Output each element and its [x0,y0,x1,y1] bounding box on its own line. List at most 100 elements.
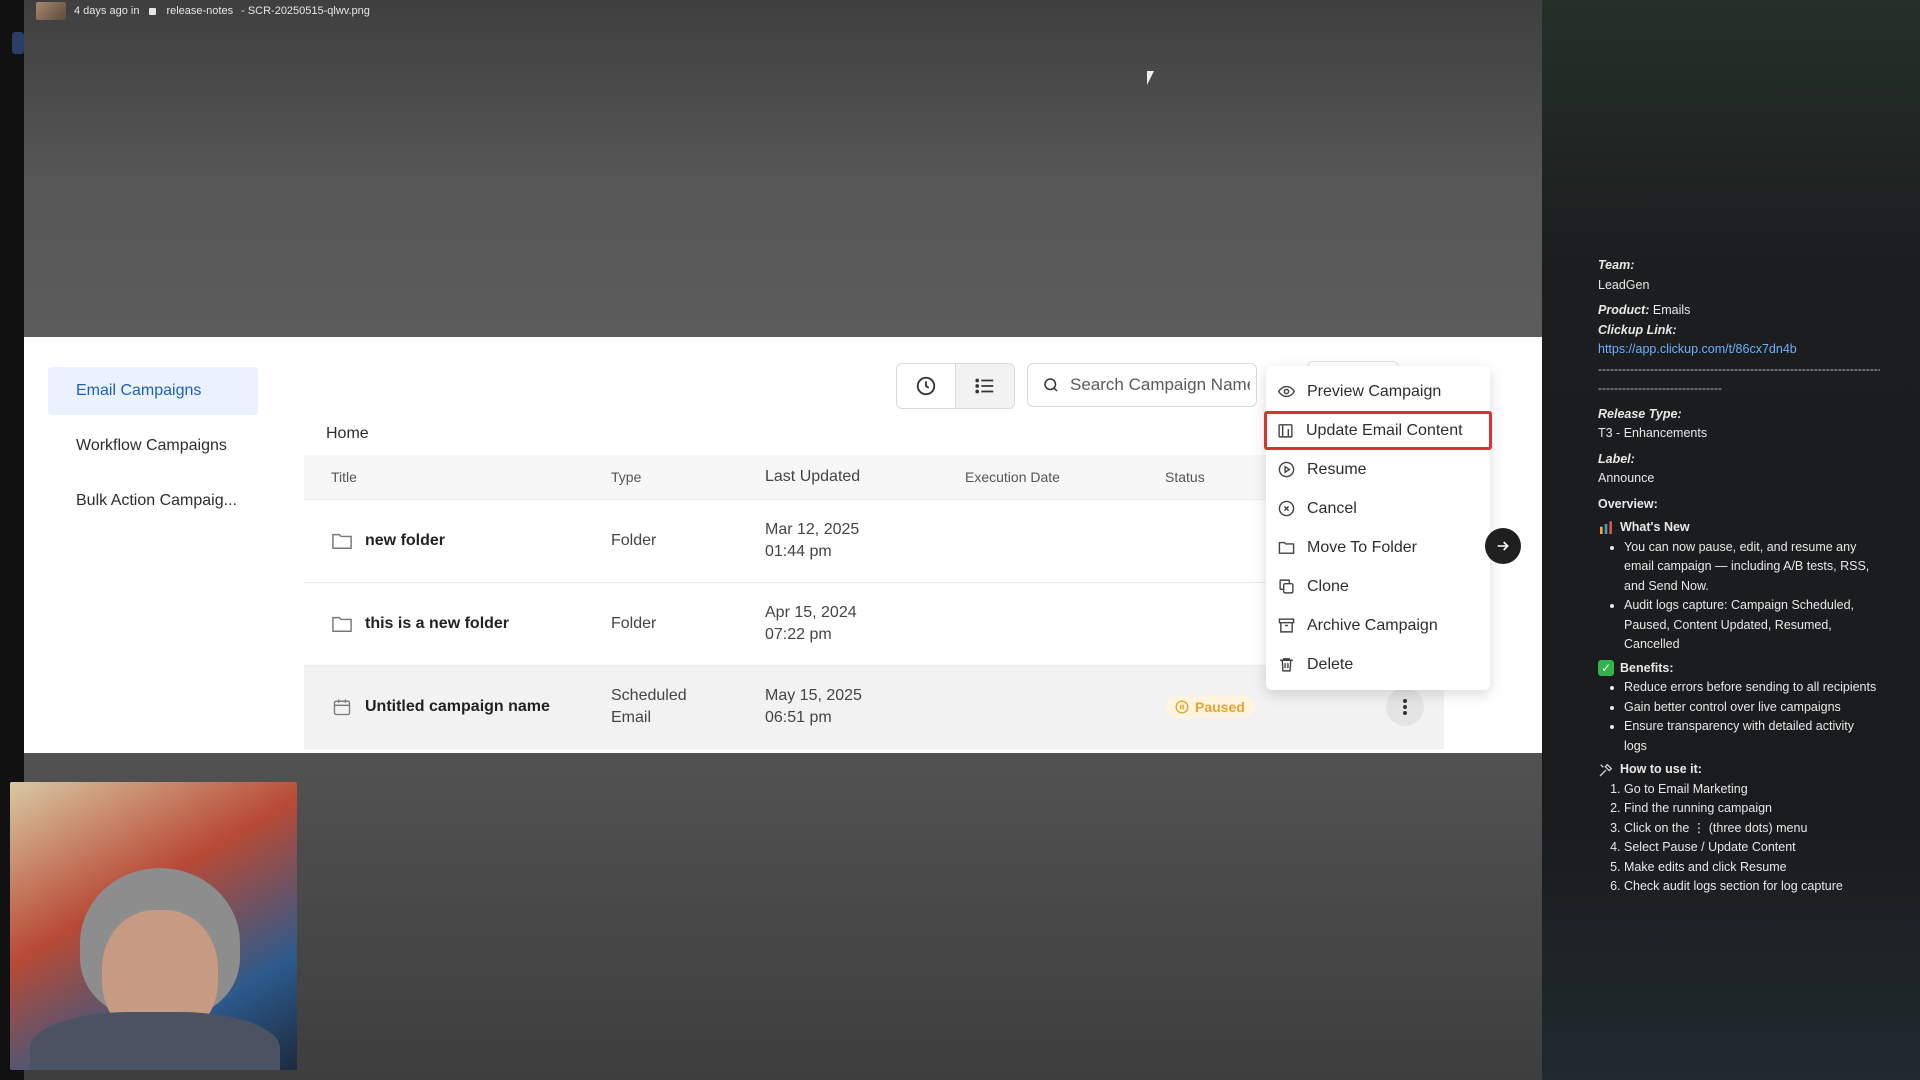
row-type: Folder [611,615,657,632]
menu-item-label: Preview Campaign [1307,382,1442,400]
col-last-updated[interactable]: Last Updated [765,466,965,488]
file-name[interactable]: - SCR-20250515-qlwv.png [241,5,370,17]
view-toggle [896,363,1015,409]
row-last-updated: Apr 15, 2024 07:22 pm [765,602,965,646]
sidebar-item-workflow-campaigns[interactable]: Workflow Campaigns [48,422,258,470]
list-item: Audit logs capture: Campaign Scheduled, … [1624,596,1880,655]
channel-name[interactable]: release-notes [166,5,233,17]
row-title[interactable]: Untitled campaign name [365,698,550,716]
menu-delete[interactable]: Delete [1266,645,1490,684]
menu-cancel[interactable]: Cancel [1266,489,1490,528]
workspace-icon[interactable] [12,32,24,54]
avatar[interactable] [36,2,66,20]
menu-item-label: Resume [1307,460,1367,478]
cancel-icon [1278,500,1295,517]
checkmark-icon: ✓ [1598,660,1614,677]
clone-icon [1279,579,1294,594]
updated-time: 07:22 pm [765,626,832,643]
updated-date: May 15, 2025 [765,687,862,704]
row-title[interactable]: new folder [365,532,445,550]
campaign-context-menu: Preview Campaign Update Email Content Re… [1264,366,1492,690]
menu-preview-campaign[interactable]: Preview Campaign [1266,372,1490,411]
menu-item-label: Clone [1307,577,1349,595]
menu-update-email-content[interactable]: Update Email Content [1264,411,1492,450]
menu-move-to-folder[interactable]: Move To Folder [1266,528,1490,567]
sidebar-item-bulk-action-campaigns[interactable]: Bulk Action Campaig... [48,477,258,525]
menu-item-label: Delete [1307,655,1354,673]
product-value: Emails [1652,303,1691,317]
col-type: Type [611,469,642,485]
status-badge: Paused [1165,695,1255,718]
rocket-icon [1600,521,1612,534]
eye-icon [1278,385,1295,398]
list-item: Select Pause / Update Content [1624,838,1880,858]
menu-item-label: Cancel [1307,499,1357,517]
search-box [1027,363,1257,407]
separator: ----------------------------------------… [1598,361,1880,376]
more-options-button[interactable] [1386,688,1424,726]
trash-icon [1280,658,1293,672]
row-title[interactable]: this is a new folder [365,615,509,633]
message-time: 4 days ago in [74,5,140,17]
kebab-icon [1403,699,1407,715]
folder-icon [331,613,353,635]
release-notes: Team: LeadGen Product: Emails Clickup Li… [1598,256,1880,897]
folder-icon [331,530,353,552]
col-execution-date: Execution Date [965,469,1060,485]
separator: ------------------------------- [1598,381,1722,395]
row-last-updated: May 15, 2025 06:51 pm [765,685,965,729]
whats-new-list: You can now pause, edit, and resume any … [1598,538,1880,655]
menu-archive-campaign[interactable]: Archive Campaign [1266,606,1490,645]
clock-icon [916,376,936,396]
tools-icon [1599,763,1613,777]
list-item: Ensure transparency with detailed activi… [1624,717,1880,756]
benefits-heading: ✓ Benefits: [1598,659,1880,679]
updated-time: 01:44 pm [765,543,832,560]
search-input[interactable] [1068,374,1252,396]
label-value: Announce [1598,471,1655,485]
webcam-video[interactable] [10,782,297,1070]
sidebar: Email Campaigns Workflow Campaigns Bulk … [48,367,258,532]
team-label: Team: [1598,258,1635,272]
menu-item-label: Archive Campaign [1307,616,1438,634]
list-item: Click on the ⋮ (three dots) menu [1624,819,1880,839]
content-icon [1278,424,1293,438]
how-to-heading: How to use it: [1598,760,1880,780]
breadcrumb[interactable]: Home [326,425,369,443]
message-header: 4 days ago in release-notes - SCR-202505… [36,2,370,20]
row-last-updated: Mar 12, 2025 01:44 pm [765,519,965,563]
list-item: Gain better control over live campaigns [1624,698,1880,718]
updated-date: Mar 12, 2025 [765,521,860,538]
list-item: Make edits and click Resume [1624,858,1880,878]
list-view-button[interactable] [956,363,1015,409]
menu-item-label: Move To Folder [1307,538,1417,556]
updated-time: 06:51 pm [765,709,832,726]
row-type: Scheduled Email [611,685,765,729]
benefits-list: Reduce errors before sending to all reci… [1598,678,1880,756]
next-arrow-button[interactable] [1485,528,1521,564]
menu-resume[interactable]: Resume [1266,450,1490,489]
list-item: Reduce errors before sending to all reci… [1624,678,1880,698]
menu-clone[interactable]: Clone [1266,567,1490,606]
col-title[interactable]: Title [304,469,611,485]
heading-text: What's New [1620,520,1690,534]
updated-date: Apr 15, 2024 [765,604,857,621]
list-item: Check audit logs section for log capture [1624,877,1880,897]
history-button[interactable] [896,363,956,409]
list-item: Go to Email Marketing [1624,780,1880,800]
clickup-link[interactable]: https://app.clickup.com/t/86cx7dn4b [1598,340,1880,360]
archive-icon [1278,618,1295,633]
row-type: Folder [611,532,657,549]
arrow-right-icon [1497,541,1509,551]
list-item: Find the running campaign [1624,799,1880,819]
whats-new-heading: What's New [1598,518,1880,538]
overview-label: Overview: [1598,496,1658,511]
sidebar-item-email-campaigns[interactable]: Email Campaigns [48,367,258,415]
heading-text: How to use it: [1620,762,1702,776]
label-label: Label: [1598,451,1635,466]
product-label: Product: [1598,303,1650,317]
clickup-label: Clickup Link: [1598,322,1677,337]
screenshot-backdrop-top [24,0,1542,337]
heading-text: Benefits: [1620,660,1674,675]
type-line-2: Email [611,709,652,726]
